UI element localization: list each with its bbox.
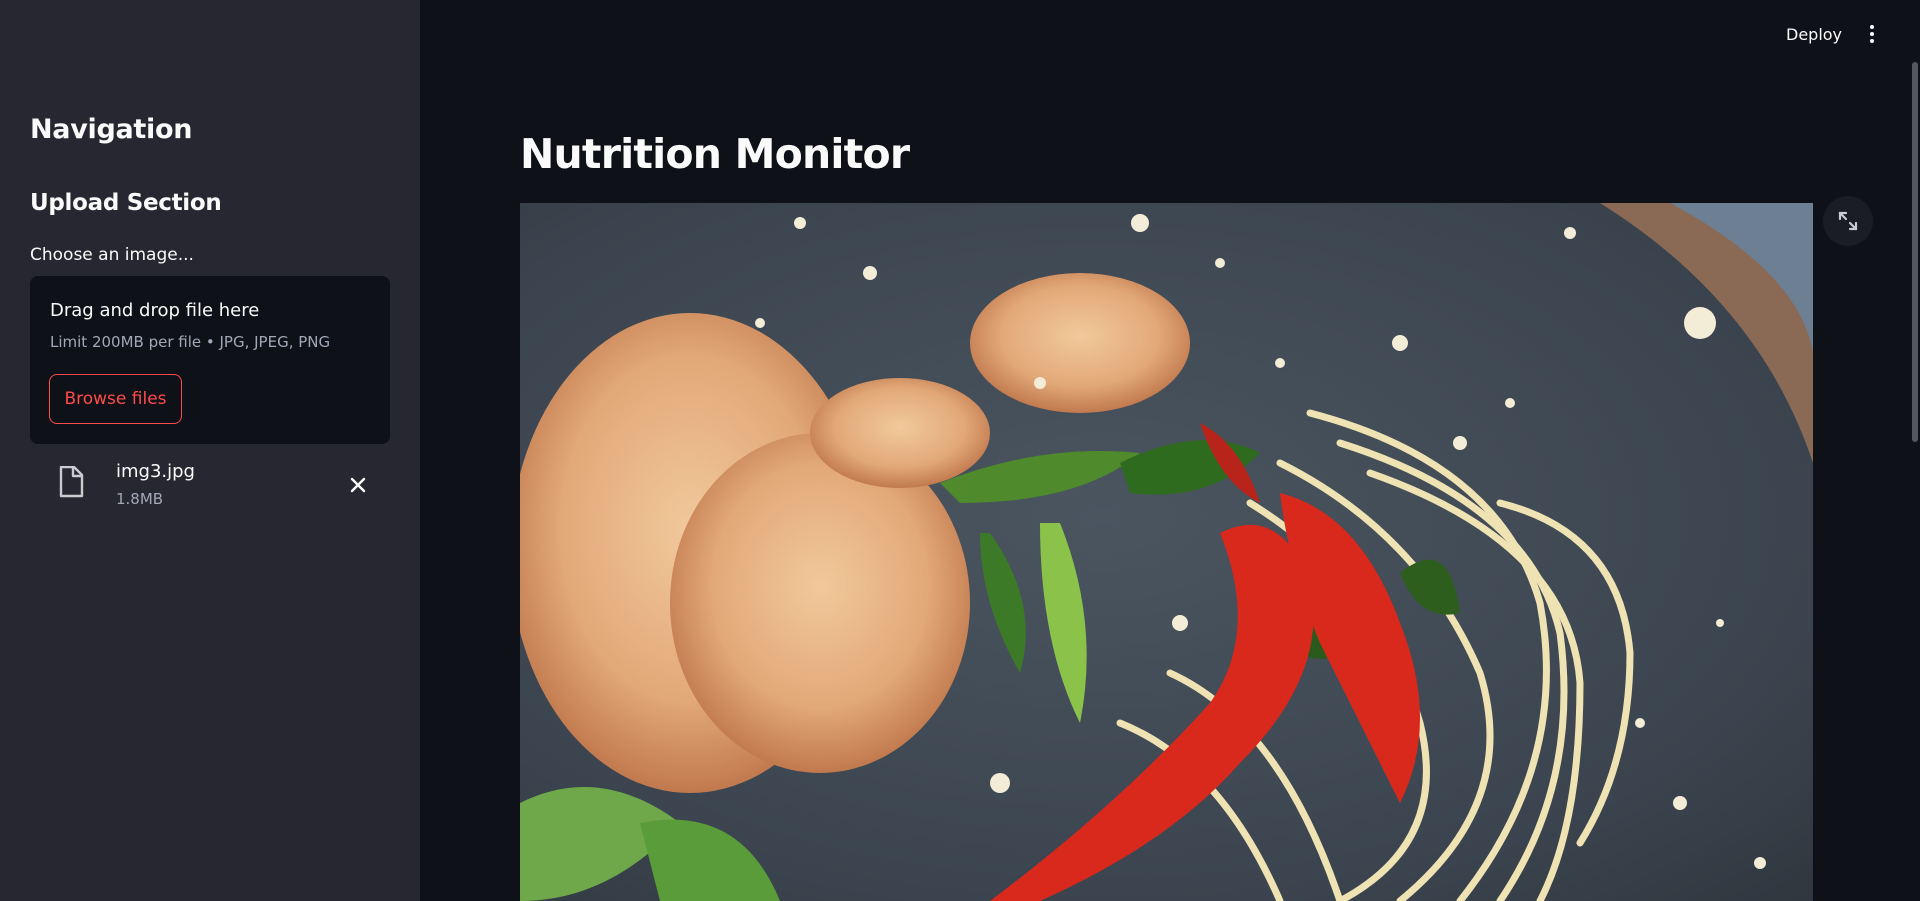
file-name: img3.jpg — [116, 461, 195, 482]
sidebar-subtitle: Upload Section — [30, 190, 222, 216]
page-title: Nutrition Monitor — [520, 130, 910, 178]
browse-files-button[interactable]: Browse files — [49, 374, 182, 424]
page-scrollbar[interactable] — [1912, 62, 1918, 442]
file-icon — [59, 466, 84, 498]
file-dropzone[interactable]: Drag and drop file here Limit 200MB per … — [30, 276, 390, 444]
food-image — [520, 203, 1813, 901]
sidebar: Navigation Upload Section Choose an imag… — [0, 0, 420, 901]
sidebar-title: Navigation — [30, 114, 193, 145]
dropzone-title: Drag and drop file here — [50, 300, 260, 321]
deploy-button[interactable]: Deploy — [1772, 18, 1856, 50]
uploader-label: Choose an image... — [30, 245, 194, 265]
file-size: 1.8MB — [116, 490, 164, 508]
food-photo — [520, 203, 1813, 901]
close-icon[interactable] — [346, 473, 370, 497]
uploaded-file-item: img3.jpg 1.8MB — [30, 455, 390, 515]
fullscreen-button[interactable] — [1823, 196, 1873, 246]
more-vertical-icon[interactable] — [1860, 18, 1884, 50]
dropzone-limits: Limit 200MB per file • JPG, JPEG, PNG — [50, 333, 331, 351]
fullscreen-icon — [1838, 211, 1858, 231]
